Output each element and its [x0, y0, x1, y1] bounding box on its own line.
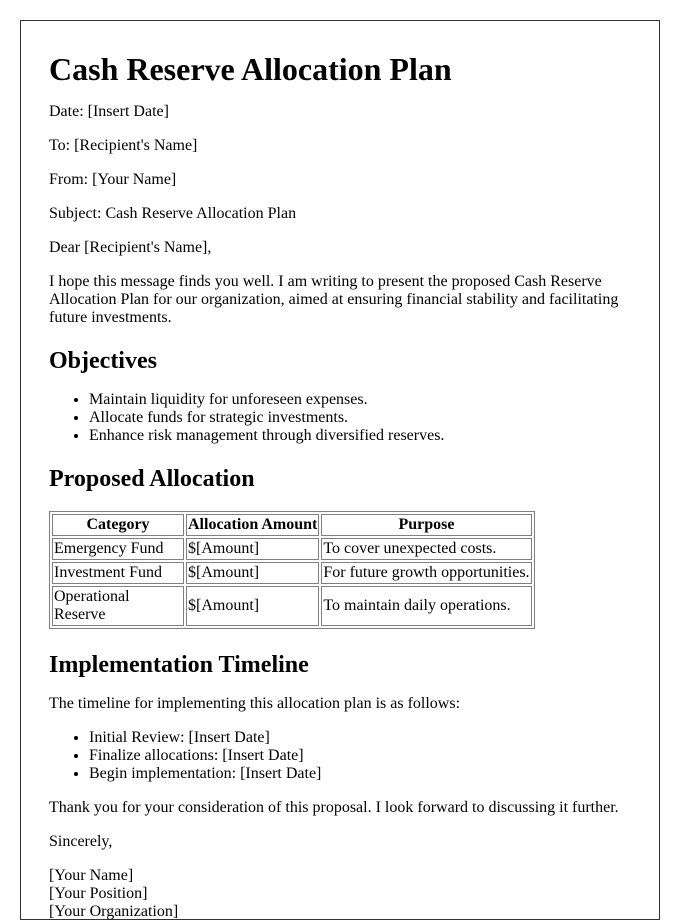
signature-organization: [Your Organization]: [49, 903, 179, 920]
objectives-heading: Objectives: [49, 348, 157, 374]
list-item: Begin implementation: [Insert Date]: [89, 765, 631, 783]
list-item: Finalize allocations: [Insert Date]: [89, 747, 631, 765]
timeline-heading: Implementation Timeline: [49, 652, 309, 678]
timeline-intro: The timeline for implementing this alloc…: [49, 695, 461, 712]
table-cell: $[Amount]: [186, 586, 320, 626]
table-cell: For future growth opportunities.: [321, 562, 532, 584]
column-header: Allocation Amount: [186, 514, 320, 536]
objectives-list: Maintain liquidity for unforeseen expens…: [49, 391, 631, 445]
list-item: Maintain liquidity for unforeseen expens…: [89, 391, 631, 409]
signoff: Sincerely,: [49, 833, 113, 850]
column-header: Category: [52, 514, 184, 536]
closing-paragraph: Thank you for your consideration of this…: [49, 799, 619, 816]
table-row: Emergency Fund $[Amount] To cover unexpe…: [52, 538, 532, 560]
intro-paragraph: I hope this message finds you well. I am…: [49, 273, 619, 326]
list-item: Allocate funds for strategic investments…: [89, 409, 631, 427]
subject-line: Subject: Cash Reserve Allocation Plan: [49, 205, 297, 222]
allocation-heading: Proposed Allocation: [49, 466, 255, 492]
column-header: Purpose: [321, 514, 532, 536]
table-cell: Investment Fund: [52, 562, 184, 584]
salutation: Dear [Recipient's Name],: [49, 239, 212, 256]
table-cell: To cover unexpected costs.: [321, 538, 532, 560]
table-cell: $[Amount]: [186, 562, 320, 584]
table-cell: Operational Reserve: [52, 586, 184, 626]
to-line: To: [Recipient's Name]: [49, 137, 198, 154]
letter-page: Cash Reserve Allocation Plan Date: [Inse…: [20, 20, 660, 920]
table-cell: $[Amount]: [186, 538, 320, 560]
timeline-list: Initial Review: [Insert Date] Finalize a…: [49, 729, 631, 783]
signature-name: [Your Name]: [49, 867, 134, 884]
table-header-row: Category Allocation Amount Purpose: [52, 514, 532, 536]
allocation-table: Category Allocation Amount Purpose Emerg…: [49, 511, 535, 629]
list-item: Enhance risk management through diversif…: [89, 427, 631, 445]
table-row: Investment Fund $[Amount] For future gro…: [52, 562, 532, 584]
table-cell: To maintain daily operations.: [321, 586, 532, 626]
date-line: Date: [Insert Date]: [49, 103, 169, 120]
signature-block: [Your Name] [Your Position] [Your Organi…: [49, 867, 631, 921]
page-title: Cash Reserve Allocation Plan: [49, 51, 452, 87]
list-item: Initial Review: [Insert Date]: [89, 729, 631, 747]
table-row: Operational Reserve $[Amount] To maintai…: [52, 586, 532, 626]
signature-position: [Your Position]: [49, 885, 148, 902]
table-cell: Emergency Fund: [52, 538, 184, 560]
from-line: From: [Your Name]: [49, 171, 177, 188]
